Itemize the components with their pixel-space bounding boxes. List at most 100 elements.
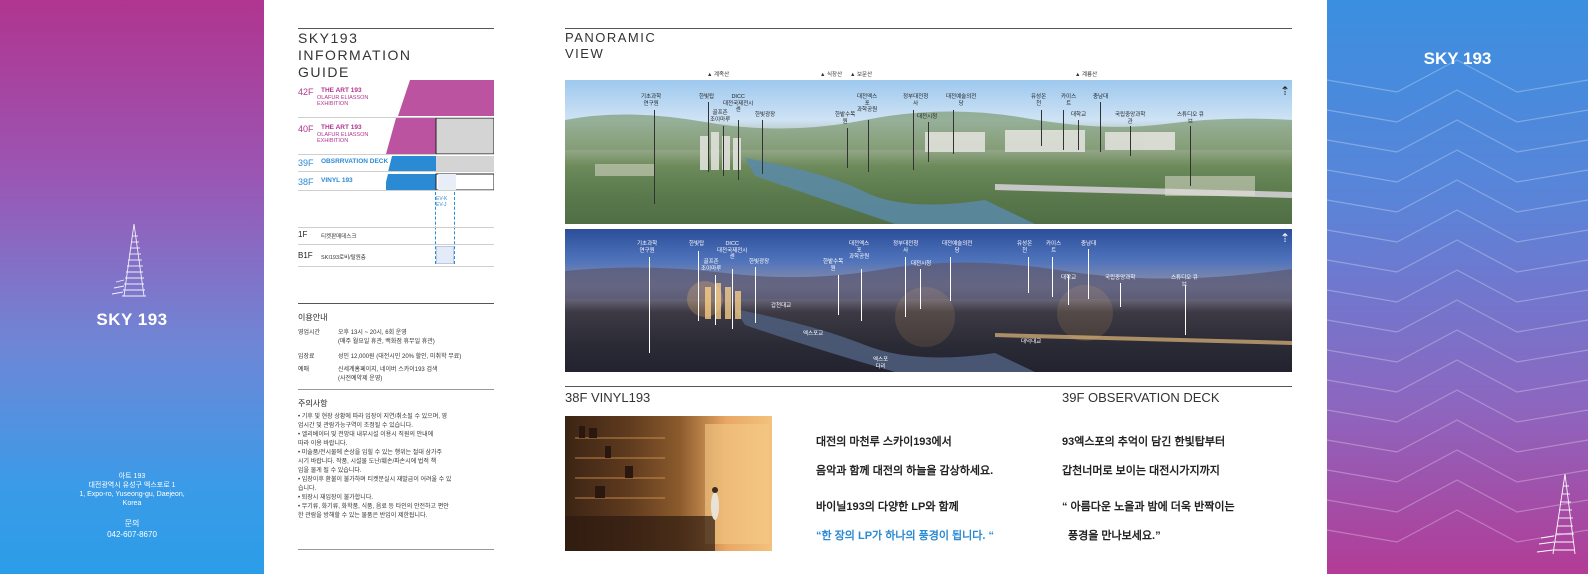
caution-line: • 엘리베이터 및 전망대 내부시설 이용시 직원의 안내에 — [298, 432, 434, 438]
floor-1f-number: 1F — [298, 230, 308, 239]
floor-title: THE ART 193 — [321, 124, 362, 131]
landmark-label: 대전예술의전 당 — [946, 94, 977, 107]
landmark-label: 유성온 천 — [1031, 94, 1047, 107]
landmark-label: 국립중앙과학 — [1105, 275, 1136, 281]
bottom-rule — [298, 549, 494, 550]
landmark-label: 유성온 천 — [1017, 241, 1033, 254]
inquiry-block: 문의 042-607-8670 — [0, 518, 264, 540]
address-name: 아트 193 — [118, 473, 146, 480]
vinyl-section-title: 38F VINYL193 — [565, 390, 651, 405]
floor-1f-desc: 티켓판매데스크 — [321, 234, 357, 240]
landmark-label: DICC 대전국제전시 센 — [717, 241, 748, 260]
guide-title: SKY193 INFORMATION GUIDE — [298, 30, 494, 81]
address-block: 아트 193 대전광역시 유성구 엑스포로 1 1, Expo-ro, Yuse… — [0, 472, 264, 508]
usage-title: 이용안내 — [298, 313, 328, 322]
usage-value-line1: 신세계홈페이지, 네이버 스카이193 검색 — [338, 367, 438, 373]
caution-line: • 입장이후 환불이 불가하며 티켓분실시 재발급이 어려울 수 있 — [298, 477, 452, 483]
caution-line: • 무기류, 화기류, 화학품, 식품, 음료 등 타인의 안전하고 편안 — [298, 504, 449, 510]
section-rule — [565, 386, 1292, 387]
observation-section-title: 39F OBSERVATION DECK — [1062, 390, 1220, 405]
landmark-label: 한밭수목 원 — [823, 259, 844, 272]
floor-divider — [298, 227, 494, 228]
vinyl-quote: “한 장의 LP가 하나의 풍경이 됩니다. “ — [816, 530, 995, 542]
landmark-label: 대전예술의전 당 — [942, 241, 973, 254]
vinyl-lounge-illustration — [565, 424, 769, 551]
tower-logo-icon — [111, 223, 146, 297]
landmark-label: 대전엑스 포 과학공원 — [849, 241, 870, 260]
landmark-label: 갑천대교 — [771, 303, 792, 309]
usage-key: 입장료 — [298, 354, 315, 360]
floor-subtitle: OLAFUR ELIASSON EXHIBITION — [317, 132, 369, 144]
usage-key: 영업시간 — [298, 330, 321, 336]
top-rule — [298, 28, 494, 29]
landmark-label: 대전시청 — [917, 114, 938, 120]
vinyl-copy-line: 바이닐193의 다양한 LP와 함께 — [816, 501, 959, 513]
phone-number: 042-607-8670 — [107, 530, 157, 539]
section-rule — [298, 389, 494, 390]
landmark-label: 한빛광장 — [755, 112, 776, 118]
floor-38f: 38F VINYL 193 — [298, 177, 494, 197]
vinyl-copy-line: 대전의 마천루 스카이193에서 — [816, 436, 952, 448]
usage-value: 신세계홈페이지, 네이버 스카이193 검색 (사전예약제 운영) — [338, 366, 494, 384]
usage-value: 성인 12,000원 (대전시민 20% 할인, 미취학 무료) — [338, 354, 462, 360]
landmark-label: 골프존 조이마루 — [701, 259, 722, 272]
top-rule — [565, 28, 1292, 29]
floor-title: THE ART 193 — [321, 87, 362, 94]
right-cover-panel: SKY 193 — [1327, 0, 1588, 574]
north-arrow-icon: ⇡ — [1280, 84, 1291, 98]
caution-line: • 퇴장시 재입장이 불가합니다. — [298, 495, 374, 501]
landmark-label: 카이스 트 — [1046, 241, 1062, 254]
mountain-label: ▲ 보문산 — [850, 72, 873, 78]
address-english-line1: 1, Expo-ro, Yuseong-gu, Daejeon, — [79, 491, 185, 498]
north-arrow-icon: ⇡ — [1280, 231, 1291, 245]
landmark-label: 카이스 트 — [1061, 94, 1077, 107]
observation-copy-line: 93엑스포의 추억이 담긴 한빛탑부터 — [1062, 436, 1226, 448]
caution-line: 임을 물게 될 수 있습니다. — [298, 468, 362, 474]
information-guide: SKY193 INFORMATION GUIDE 42F THE ART 193… — [298, 0, 494, 574]
landmark-label: 충남대 — [1081, 241, 1097, 247]
usage-row-booking: 예매 신세계홈페이지, 네이버 스카이193 검색 (사전예약제 운영) — [298, 366, 494, 386]
landmark-label: 기초과학 연구원 — [641, 94, 662, 107]
panorama-day-photo: 기초과학 연구원 한빛탑 DICC 대전국제전시 센 골프존 조이마루 한빛광장… — [565, 80, 1292, 224]
landmark-label: 대전시청 — [911, 261, 932, 267]
caution-line: 습니다. — [298, 486, 317, 492]
floor-divider — [298, 154, 494, 155]
landmark-label: 스튜디오 큐 브 — [1177, 112, 1204, 125]
caution-line: 업시간 및 관람가능구역이 조정될 수 있습니다. — [298, 423, 413, 429]
landmark-label: 스튜디오 큐 브 — [1171, 275, 1198, 288]
brand-title: SKY 193 — [96, 310, 168, 329]
landmark-label: 엑스포교 — [803, 331, 824, 337]
floor-subtitle: OLAFUR ELIASSON EXHIBITION — [317, 95, 369, 107]
landmark-label: 정부대전청 사 — [903, 94, 929, 107]
floor-title: OBSRRVATION DECK — [321, 158, 389, 165]
panorama-title-line2: VIEW — [565, 46, 605, 61]
address-english-line2: Korea — [122, 500, 142, 507]
vinyl-lounge-photo — [565, 416, 772, 551]
landmark-label: 충남대 — [1093, 94, 1109, 100]
floor-number: 40F — [298, 124, 314, 134]
mountain-label: ▲ 식장산 — [820, 72, 843, 78]
usage-row-fee: 입장료 성인 12,000원 (대전시민 20% 할인, 미취학 무료) — [298, 353, 494, 363]
caution-title: 주의사항 — [298, 399, 328, 408]
panorama-night-photo: 기초과학 연구원 한빛탑 DICC 대전국제전시 센 골프존 조이마루 한빛광장… — [565, 229, 1292, 372]
floor-b1f-desc: SKI193로비/탈원층 — [321, 255, 366, 261]
floor-42f: 42F THE ART 193 OLAFUR ELIASSON EXHIBITI… — [298, 87, 494, 107]
section-rule — [298, 303, 494, 304]
landmark-label: 정부대전청 사 — [893, 241, 919, 254]
caution-line: 시기 바랍니다. 작품, 시설물 도난/훼손/파손시에 법적 책 — [298, 459, 437, 465]
landmark-label: 한빛탑 — [689, 241, 705, 247]
usage-value-line1: 오후 13시 ~ 20시, 6회 운영 — [338, 330, 407, 336]
usage-key: 예매 — [298, 367, 310, 373]
observation-copy-line: 갑천너머로 보이는 대전시가지까지 — [1062, 465, 1220, 477]
landmark-label: 대덕대교 — [1021, 339, 1042, 345]
vinyl-copy-line: 음악과 함께 대전의 하늘을 감상하세요. — [816, 465, 994, 477]
caution-list: • 기후 및 현장 상황에 따라 입장이 지연/취소될 수 있으며, 영 업시간… — [298, 413, 494, 521]
floor-divider — [298, 244, 494, 245]
floor-divider — [298, 266, 494, 267]
panorama-title: PANORAMIC VIEW — [565, 30, 656, 62]
floor-number: 42F — [298, 87, 314, 97]
usage-value-line2: (매주 월요일 휴관, 백화점 휴무일 휴관) — [338, 339, 435, 345]
landmark-label: 엑스포 다리 — [873, 357, 889, 370]
landmark-label: 골프존 조이마루 — [710, 110, 731, 123]
usage-value-line2: (사전예약제 운영) — [338, 376, 383, 382]
